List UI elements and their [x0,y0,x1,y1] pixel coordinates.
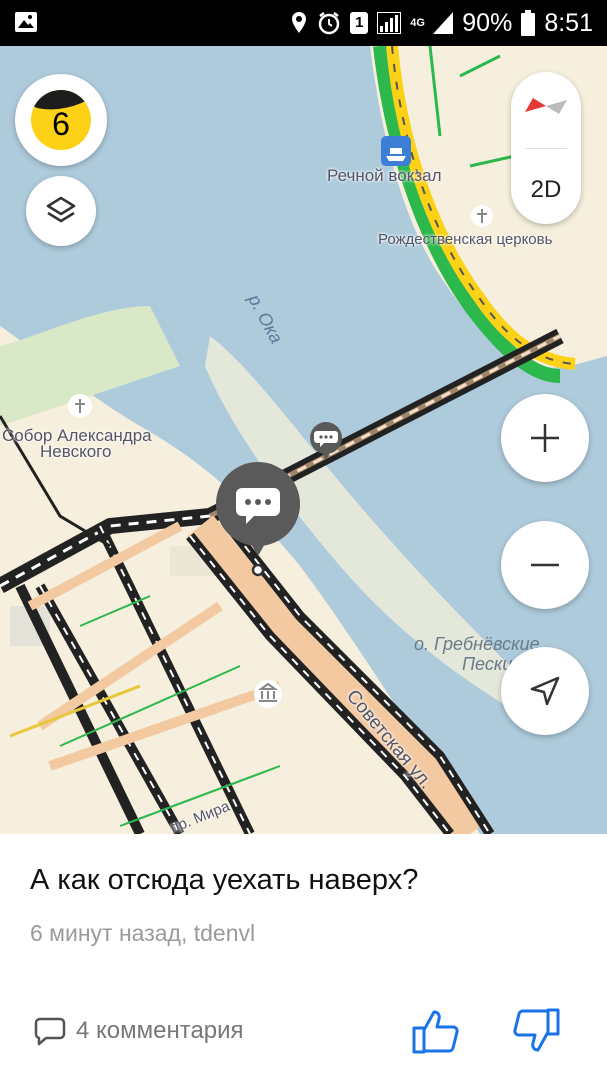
gallery-icon [15,12,37,32]
view-mode-button[interactable]: 2D [511,176,581,204]
label-river-station: Речной вокзал [327,166,442,185]
plus-icon [531,424,559,452]
signal-icon [377,12,402,34]
alarm-icon [319,12,340,35]
post-card[interactable]: А как отсюда уехать наверх? 6 минут наза… [0,834,607,1080]
sim-slot-badge: 1 [350,12,369,34]
talk-marker-small[interactable] [308,420,344,464]
map-view[interactable]: Речной вокзал Рождественская церковь р. … [0,46,607,834]
post-title: А как отсюда уехать наверх? [30,864,419,896]
battery-icon [521,10,536,36]
label-island-1: о. Гребнёвские [414,634,540,654]
zoom-in-button[interactable] [501,394,589,482]
label-church: Рождественская церковь [378,231,553,248]
layers-icon [46,196,76,223]
comments-count: 4 комментария [76,1017,244,1044]
comments-link[interactable]: 4 комментария [34,1016,244,1046]
traffic-level-indicator: 6 [31,90,91,150]
compass-icon[interactable] [521,86,571,126]
navigation-arrow-icon [530,676,560,706]
clock: 8:51 [544,8,593,37]
minus-icon [531,563,559,567]
talk-marker-selected[interactable] [214,460,302,580]
layers-button[interactable] [26,176,96,246]
signal-icon-2 [433,12,454,34]
battery-percent: 90% [462,8,513,37]
my-location-button[interactable] [501,647,589,735]
thumbs-down-icon[interactable] [510,1006,562,1056]
thumbs-up-icon[interactable] [410,1006,462,1056]
divider [525,148,567,149]
comment-icon [34,1017,66,1046]
network-type: 4G [410,16,425,29]
location-icon [292,12,307,33]
zoom-out-button[interactable] [501,521,589,609]
post-meta: 6 минут назад, tdenvl [30,920,256,946]
status-bar: 1 4G 90% 8:51 [0,0,607,46]
compass-panel: 2D [511,72,581,224]
traffic-level: 6 [52,105,70,142]
traffic-button[interactable]: 6 [15,74,107,166]
label-cathedral-2: Невского [40,442,112,461]
